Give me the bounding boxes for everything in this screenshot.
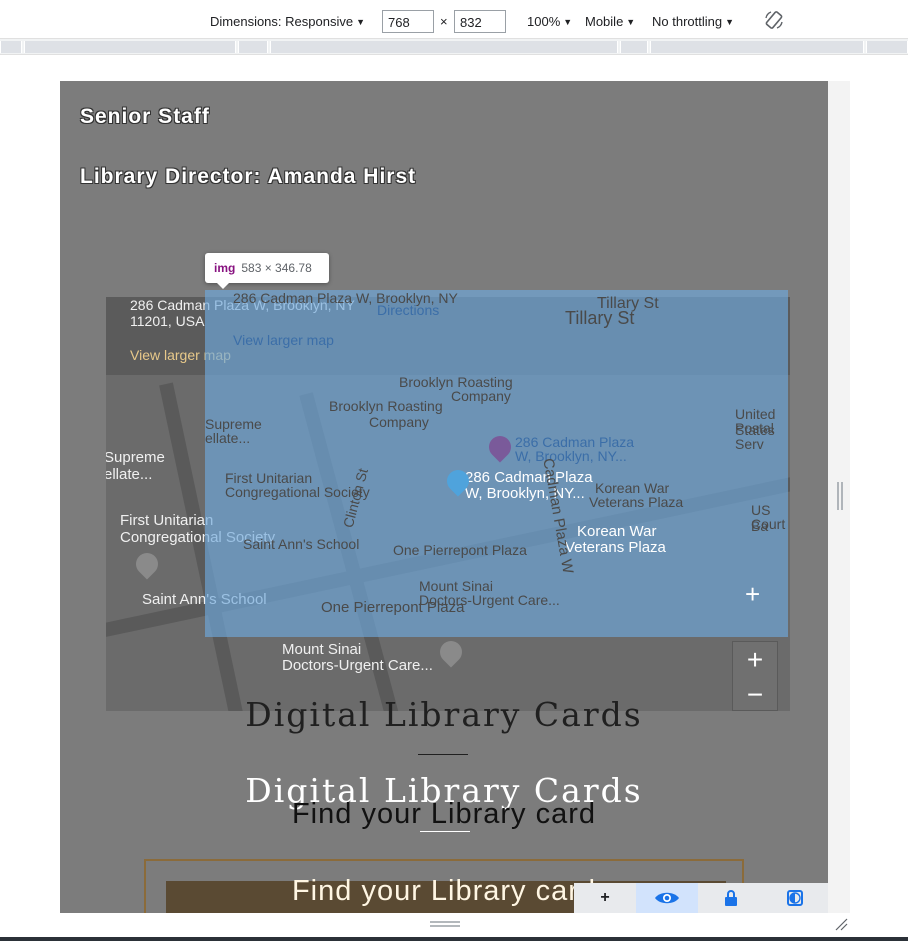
map-label: Veterans Plaza bbox=[565, 539, 666, 556]
tooltip-tag: img bbox=[214, 261, 236, 275]
tooltip-size: 583 × 346.78 bbox=[241, 261, 312, 275]
map-label: ellate... bbox=[205, 430, 251, 446]
width-input[interactable]: 768 bbox=[382, 10, 434, 33]
map-label: First Unitarian bbox=[120, 512, 214, 529]
plus-icon: + bbox=[600, 889, 610, 906]
caret-down-icon: ▼ bbox=[626, 17, 636, 27]
title-divider bbox=[418, 754, 468, 755]
throttling-dropdown[interactable]: No throttling ▼ bbox=[652, 14, 734, 29]
zoom-dropdown[interactable]: 100% ▼ bbox=[527, 14, 572, 29]
caret-down-icon: ▼ bbox=[563, 17, 573, 27]
add-button[interactable]: + bbox=[574, 883, 636, 913]
height-input[interactable]: 832 bbox=[454, 10, 506, 33]
throttling-label: No throttling bbox=[652, 14, 723, 29]
element-tooltip: img 583 × 346.78 bbox=[205, 253, 329, 289]
map-label: Supreme bbox=[106, 449, 165, 466]
media-query-segment[interactable] bbox=[238, 41, 268, 53]
media-query-segment[interactable] bbox=[270, 41, 618, 53]
eye-button[interactable] bbox=[636, 883, 698, 913]
dimensions-dropdown[interactable]: Dimensions: Responsive ▼ bbox=[210, 14, 365, 29]
map-label: Court bbox=[751, 516, 786, 532]
map-label: Korean War bbox=[577, 523, 657, 540]
director-name: Library Director: Amanda Hirst bbox=[80, 165, 417, 188]
contrast-button[interactable] bbox=[764, 883, 826, 913]
map-label: Mount Sinai bbox=[282, 641, 362, 658]
map-label: Tillary St bbox=[565, 308, 635, 328]
lock-button[interactable] bbox=[700, 883, 762, 913]
device-toolbar: Dimensions: Responsive ▼ 768 × 832 100% ▼ … bbox=[0, 6, 908, 36]
map-label: Brooklyn Roasting bbox=[329, 398, 443, 414]
map-label: W, Brooklyn, NY... bbox=[515, 448, 627, 464]
media-query-segment[interactable] bbox=[866, 41, 908, 53]
caret-down-icon: ▼ bbox=[356, 17, 365, 27]
map-label: ellate... bbox=[106, 466, 153, 483]
device-type-dropdown[interactable]: Mobile ▼ bbox=[585, 14, 635, 29]
section-subtitle: Find your Library card bbox=[291, 798, 597, 830]
device-type-label: Mobile bbox=[585, 14, 624, 29]
page-heading: Senior Staff bbox=[80, 105, 210, 128]
place-pin-icon[interactable] bbox=[131, 548, 163, 580]
map-label: Veterans Plaza bbox=[589, 494, 684, 510]
rotate-icon[interactable] bbox=[764, 10, 784, 30]
times-symbol: × bbox=[440, 14, 448, 29]
media-query-segment[interactable] bbox=[650, 41, 864, 53]
map-label: Company bbox=[369, 414, 429, 430]
caret-down-icon: ▼ bbox=[725, 17, 735, 27]
location-pin-icon[interactable] bbox=[484, 431, 516, 463]
place-pin-icon[interactable] bbox=[435, 636, 467, 668]
media-query-bar[interactable] bbox=[0, 38, 908, 55]
right-resize-handle[interactable] bbox=[836, 482, 844, 510]
media-query-segment[interactable] bbox=[0, 41, 22, 53]
element-highlight: 286 Cadman Plaza W, Brooklyn, NY Directi… bbox=[205, 290, 788, 637]
map-label: View larger map bbox=[233, 332, 334, 348]
map-label: Postal Serv bbox=[735, 420, 774, 452]
map-label: Directions bbox=[377, 302, 440, 318]
map-label: One Pierrepont Plaza bbox=[393, 542, 527, 558]
media-query-segment[interactable] bbox=[620, 41, 648, 53]
bottom-edge bbox=[0, 937, 908, 941]
subtitle-divider bbox=[420, 831, 470, 832]
section-title: Digital Library Cards bbox=[245, 695, 643, 734]
map-label: Doctors-Urgent Care... bbox=[419, 592, 560, 608]
lock-icon bbox=[725, 890, 737, 906]
map-label: Saint Ann's School bbox=[243, 536, 360, 552]
map-address-line2: 11201, USA bbox=[130, 313, 205, 329]
map-label: Doctors-Urgent Care... bbox=[282, 657, 433, 674]
zoom-label: 100% bbox=[527, 14, 561, 29]
dimensions-label: Dimensions: Responsive bbox=[210, 14, 354, 29]
floating-toolbar: + bbox=[574, 883, 828, 913]
bottom-resize-handle[interactable] bbox=[430, 920, 460, 928]
zoom-in-button[interactable]: + bbox=[733, 642, 777, 677]
media-query-segment[interactable] bbox=[24, 41, 236, 53]
corner-resize-icon[interactable] bbox=[834, 917, 848, 931]
map-label: Company bbox=[451, 388, 511, 404]
eye-icon bbox=[655, 892, 679, 904]
contrast-icon bbox=[787, 890, 803, 906]
map-label: 286 Cadman Plaza bbox=[465, 469, 593, 486]
zoom-in-icon[interactable]: + bbox=[745, 581, 760, 607]
map-label: W, Brooklyn, NY... bbox=[465, 485, 585, 502]
